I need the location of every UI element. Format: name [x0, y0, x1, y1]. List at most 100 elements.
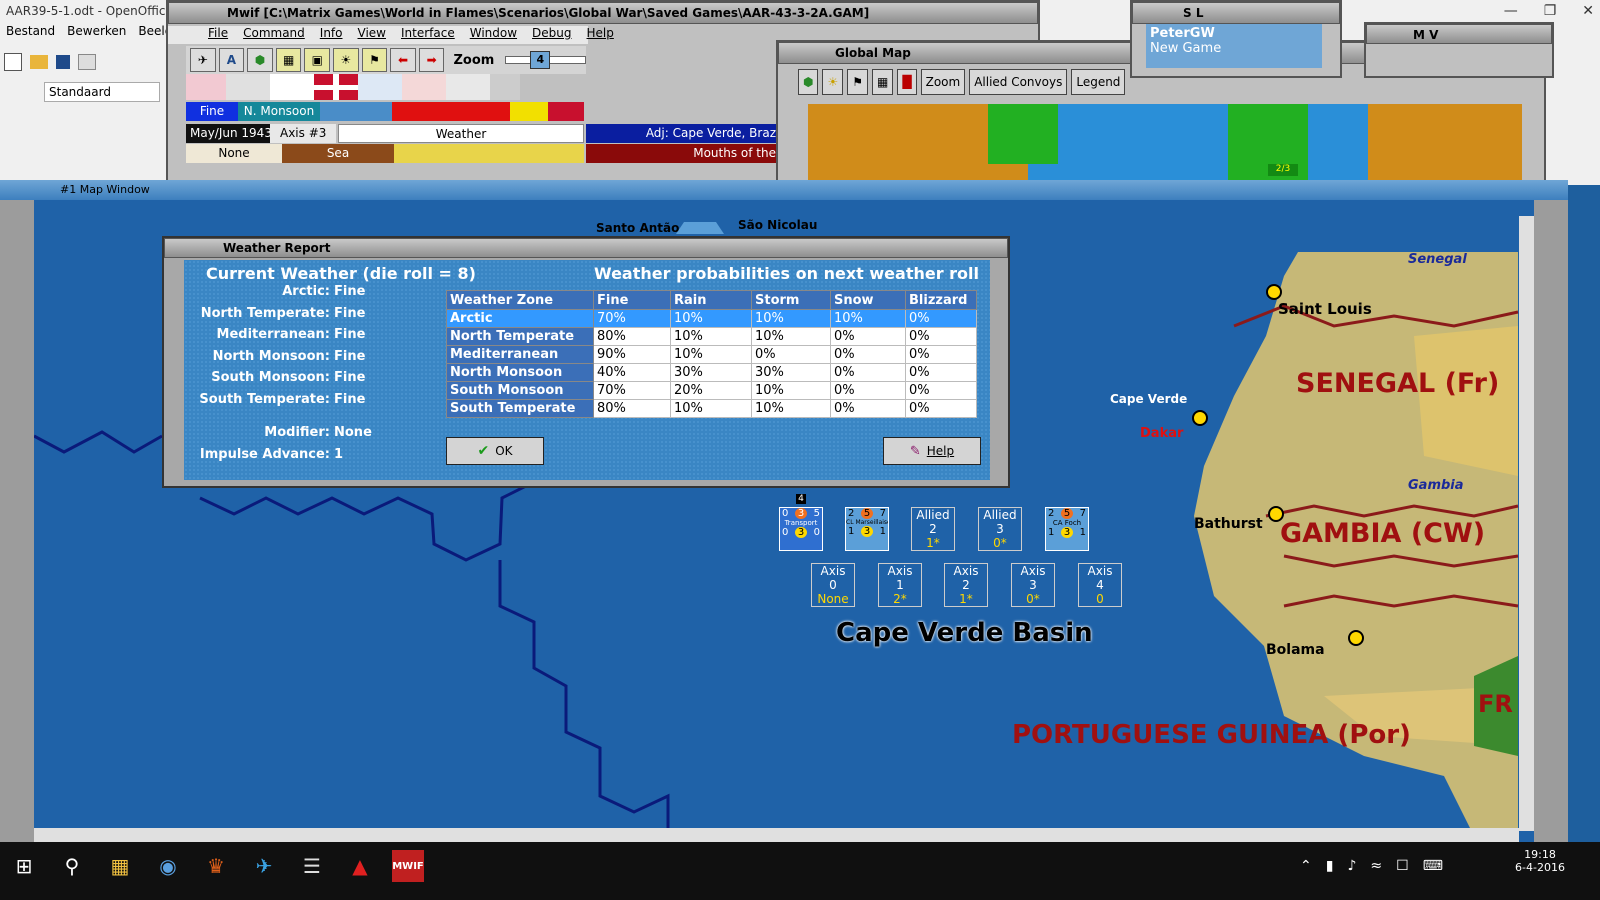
allied-box-3[interactable]: Allied 3 0* [978, 507, 1022, 551]
flag-icon-5[interactable] [358, 74, 402, 100]
browser-icon[interactable]: ◉ [152, 850, 184, 882]
help-button[interactable]: ✎ Help [883, 437, 981, 465]
font-icon[interactable]: A [218, 48, 245, 72]
legend-button[interactable]: Legend [1071, 69, 1126, 95]
arrow-left-icon[interactable]: ⬅ [390, 48, 416, 72]
table-row[interactable]: South Temperate 80% 10% 10% 0% 0% [446, 399, 977, 418]
axis-box-1[interactable]: Axis 1 2* [878, 563, 922, 607]
menu-bestand[interactable]: Bestand [6, 24, 55, 44]
edit-icon[interactable] [78, 54, 96, 70]
menu-file[interactable]: File [208, 26, 228, 44]
axis-box-3[interactable]: Axis 3 0* [1011, 563, 1055, 607]
pdf-icon[interactable]: ▲ [344, 850, 376, 882]
current-zone-label: Arctic: [282, 284, 330, 299]
table-row[interactable]: North Monsoon 40% 30% 30% 0% 0% [446, 363, 977, 382]
new-document-icon[interactable] [4, 53, 22, 71]
col-fine: Fine [593, 290, 671, 310]
uk-flag-icon-2[interactable] [548, 102, 584, 121]
windows-start-icon[interactable]: ⊞ [8, 850, 40, 882]
allied-convoys-button[interactable]: Allied Convoys [969, 69, 1068, 95]
flag-icon-1[interactable] [186, 74, 226, 100]
table-row[interactable]: South Monsoon 70% 20% 10% 0% 0% [446, 381, 977, 400]
allied-box-2[interactable]: Allied 2 1* [911, 507, 955, 551]
cl-marseillaise-unit[interactable]: 2 5 7 CL Marseillaise 1 3 1 [845, 507, 889, 551]
flag-icon[interactable]: ⚑ [361, 48, 388, 72]
system-tray: ⌃ ▮ ♪ ≈ ☐ ⌨ [1300, 858, 1443, 874]
volume-icon[interactable]: ♪ [1347, 858, 1356, 874]
mwif-title-text: Mwif [C:\Matrix Games\World in Flames\Sc… [227, 6, 870, 20]
document-icon[interactable]: ☰ [296, 850, 328, 882]
label-portuguese-guinea: PORTUGUESE GUINEA (Por) [1012, 720, 1411, 750]
minimize-icon[interactable]: — [1504, 3, 1518, 19]
uk-flag-icon[interactable] [314, 74, 358, 100]
map-icon[interactable]: ▣ [304, 48, 331, 72]
city-bolama[interactable] [1348, 630, 1364, 646]
axis-box-0[interactable]: Axis 0 None [811, 563, 855, 607]
help-button-label: Help [926, 444, 955, 458]
axis-box-2[interactable]: Axis 2 1* [944, 563, 988, 607]
hex-icon[interactable]: ⬢ [247, 48, 273, 72]
usa-flag-icon[interactable] [402, 74, 446, 100]
flag-icon-2[interactable] [226, 74, 270, 100]
zoom-slider[interactable]: 4 [505, 51, 587, 69]
grid-icon[interactable]: ▦ [275, 48, 302, 72]
city-saint-louis[interactable] [1266, 284, 1282, 300]
sea-area-border [199, 480, 535, 562]
col-blizzard: Blizzard [905, 290, 977, 310]
notification-icon[interactable]: ☐ [1396, 858, 1409, 874]
flag-icon[interactable]: ⚑ [847, 69, 869, 95]
axis-box-4[interactable]: Axis 4 0 [1078, 563, 1122, 607]
flag-icon-3[interactable] [270, 74, 314, 100]
sun-icon[interactable]: ☀ [822, 69, 844, 95]
openoffice-toolbar [4, 50, 160, 74]
wifi-icon[interactable]: ≈ [1370, 858, 1382, 874]
menu-interface[interactable]: Interface [401, 26, 455, 44]
close-icon[interactable]: ✕ [1582, 3, 1594, 19]
plane-icon[interactable]: ✈ [190, 48, 216, 72]
table-row[interactable]: Mediterranean 90% 10% 0% 0% 0% [446, 345, 977, 364]
grid-icon[interactable]: ▦ [872, 69, 894, 95]
menu-window[interactable]: Window [470, 26, 517, 44]
city-dakar[interactable] [1192, 410, 1208, 426]
file-explorer-icon[interactable]: ▦ [104, 850, 136, 882]
menu-help[interactable]: Help [587, 26, 614, 44]
game-icon[interactable]: ♛ [200, 850, 232, 882]
open-folder-icon[interactable] [30, 55, 48, 69]
search-icon[interactable]: ⚲ [56, 850, 88, 882]
zoom-slider-knob[interactable]: 4 [530, 51, 551, 69]
paragraph-style-box[interactable]: Standaard [44, 82, 160, 102]
vertical-scrollbar[interactable] [1519, 216, 1534, 831]
app-icon[interactable]: ✈ [248, 850, 280, 882]
weather-field[interactable]: Weather [338, 124, 584, 143]
hex-icon[interactable]: ⬢ [798, 69, 819, 95]
mwif-taskbar-icon[interactable]: MWIF [392, 850, 424, 882]
chevron-up-icon[interactable]: ⌃ [1300, 858, 1312, 874]
ca-foch-unit[interactable]: 2 5 7 CA Foch 1 3 1 [1045, 507, 1089, 551]
menu-bewerken[interactable]: Bewerken [67, 24, 126, 44]
global-map-view[interactable]: 2/3 [808, 104, 1522, 185]
sun-icon[interactable]: ☀ [333, 48, 359, 72]
transport-unit[interactable]: 0 3 5 Transport 0 3 0 [779, 507, 823, 551]
save-icon[interactable] [56, 55, 70, 69]
clock[interactable]: 19:18 6-4-2016 [1510, 848, 1570, 874]
ok-button[interactable]: ✔ OK [446, 437, 544, 465]
zone-cell: North Monsoon [446, 363, 594, 382]
unit-name: CA Foch [1052, 519, 1082, 527]
flags-row [186, 74, 586, 100]
menu-command[interactable]: Command [243, 26, 305, 44]
flag-icon-8[interactable] [490, 74, 520, 100]
label-fr: FR [1478, 690, 1513, 718]
arrow-right-icon[interactable]: ➡ [418, 48, 445, 72]
keyboard-icon[interactable]: ⌨ [1423, 858, 1443, 874]
horizontal-scrollbar[interactable] [34, 828, 1519, 842]
menu-debug[interactable]: Debug [532, 26, 571, 44]
menu-view[interactable]: View [358, 26, 386, 44]
battery-icon[interactable]: ▮ [1326, 858, 1334, 874]
zoom-button[interactable]: Zoom [920, 69, 966, 95]
table-row[interactable]: Arctic 70% 10% 10% 10% 0% [446, 309, 977, 328]
restore-icon[interactable]: ❐ [1544, 3, 1557, 19]
thermometer-icon[interactable]: █ [897, 69, 917, 95]
menu-info[interactable]: Info [320, 26, 343, 44]
table-row[interactable]: North Temperate 80% 10% 10% 0% 0% [446, 327, 977, 346]
flag-icon-7[interactable] [446, 74, 490, 100]
